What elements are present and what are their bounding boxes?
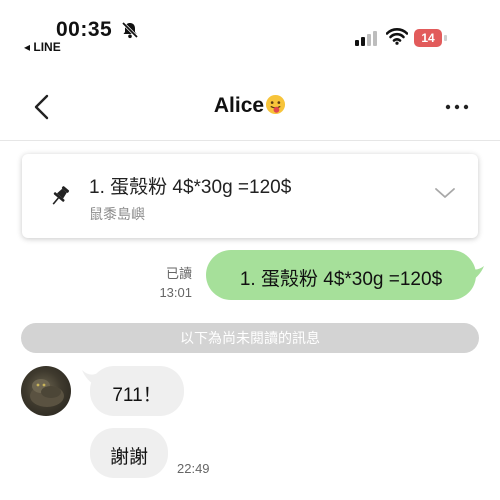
received-timestamp: 22:49 bbox=[177, 461, 210, 476]
outgoing-bubble-tail bbox=[462, 264, 484, 282]
outgoing-message-text: 1. 蛋殼粉 4$*30g =120$ bbox=[239, 269, 443, 290]
status-bar: 00:35 ◂ LINE 14 bbox=[0, 0, 500, 60]
read-receipt: 已讀 bbox=[165, 266, 192, 281]
sent-timestamp: 13:01 bbox=[159, 285, 192, 300]
incoming-message-text: 711！ bbox=[112, 385, 162, 406]
chevron-down-icon[interactable] bbox=[434, 186, 456, 200]
unread-divider: 以下為尚未閱讀的訊息 bbox=[21, 323, 479, 353]
pinned-message-text: 1. 蛋殼粉 4$*30g =120$ bbox=[89, 177, 292, 198]
wifi-icon bbox=[386, 28, 408, 45]
incoming-message-text: 謝謝 bbox=[109, 447, 148, 468]
outgoing-message-bubble[interactable]: 1. 蛋殼粉 4$*30g =120$ bbox=[206, 250, 476, 300]
signal-icon bbox=[355, 31, 377, 46]
back-to-line-link[interactable]: ◂ LINE bbox=[24, 40, 61, 54]
pin-icon bbox=[52, 186, 70, 205]
pinned-message-author: 鼠黍島嶼 bbox=[89, 206, 145, 222]
battery-level: 14 bbox=[414, 29, 442, 47]
chat-header: Alice bbox=[0, 78, 500, 141]
incoming-message-bubble[interactable]: 謝謝 bbox=[90, 428, 168, 478]
tongue-out-emoji-icon bbox=[266, 94, 286, 115]
battery-cap bbox=[444, 35, 447, 41]
bell-muted-icon bbox=[121, 21, 139, 39]
pinned-announcement[interactable]: 1. 蛋殼粉 4$*30g =120$ 鼠黍島嶼 bbox=[22, 154, 478, 238]
status-time: 00:35 bbox=[56, 18, 113, 41]
incoming-message-bubble[interactable]: 711！ bbox=[90, 366, 184, 416]
contact-name: Alice bbox=[213, 94, 265, 117]
battery-indicator: 14 bbox=[414, 29, 448, 47]
avatar[interactable] bbox=[21, 366, 71, 416]
cat-avatar-icon bbox=[30, 379, 64, 407]
chat-title[interactable]: Alice bbox=[0, 94, 500, 118]
more-options-icon[interactable] bbox=[444, 100, 470, 114]
